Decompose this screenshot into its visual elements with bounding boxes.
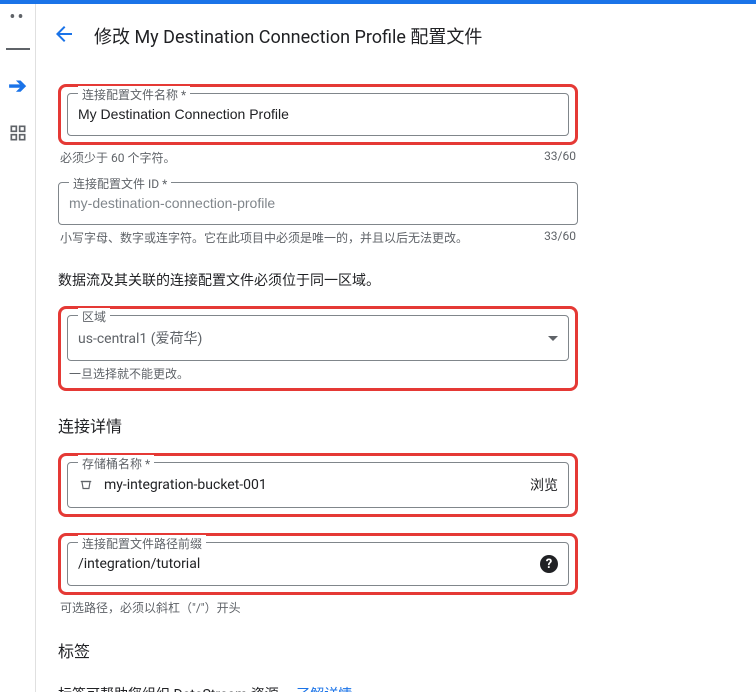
more-icon[interactable]: •• bbox=[9, 12, 25, 24]
back-arrow-icon[interactable] bbox=[52, 22, 76, 50]
profile-id-field[interactable]: 连接配置文件 ID * bbox=[58, 182, 578, 225]
bucket-field[interactable]: 存储桶名称 * my-integration-bucket-001 浏览 bbox=[67, 462, 569, 508]
bucket-value: my-integration-bucket-001 bbox=[104, 477, 267, 493]
profile-id-counter: 33/60 bbox=[544, 229, 576, 246]
prefix-helper: 可选路径，必须以斜杠（"/"）开头 bbox=[60, 599, 241, 616]
help-icon[interactable]: ? bbox=[540, 555, 558, 573]
page-header: 修改 My Destination Connection Profile 配置文… bbox=[52, 4, 740, 60]
profile-name-label: 连接配置文件名称 * bbox=[78, 86, 190, 103]
active-nav-icon[interactable]: ➔ bbox=[8, 74, 26, 99]
learn-more-link[interactable]: 了解详情 bbox=[296, 687, 352, 692]
highlight-name-field: 连接配置文件名称 * bbox=[58, 84, 578, 145]
chevron-down-icon bbox=[548, 336, 558, 341]
profile-name-input[interactable] bbox=[78, 106, 558, 122]
highlight-prefix-field: 连接配置文件路径前缀 /integration/tutorial ? bbox=[58, 533, 578, 595]
region-helper: 一旦选择就不能更改。 bbox=[69, 365, 189, 382]
connection-heading: 连接详情 bbox=[58, 391, 578, 453]
profile-id-label: 连接配置文件 ID * bbox=[69, 175, 171, 192]
highlight-region-field: 区域 us-central1 (爱荷华) 一旦选择就不能更改。 bbox=[58, 306, 578, 391]
prefix-value: /integration/tutorial bbox=[78, 556, 200, 572]
region-label: 区域 bbox=[78, 308, 110, 325]
profile-id-input[interactable] bbox=[69, 195, 567, 211]
menu-icon[interactable] bbox=[6, 48, 30, 50]
prefix-label: 连接配置文件路径前缀 bbox=[78, 535, 206, 552]
profile-name-field[interactable]: 连接配置文件名称 * bbox=[67, 93, 569, 136]
profile-name-helper: 必须少于 60 个字符。 bbox=[60, 149, 175, 166]
profile-name-counter: 33/60 bbox=[544, 149, 576, 166]
region-value: us-central1 (爱荷华) bbox=[78, 328, 202, 348]
tags-heading: 标签 bbox=[58, 616, 578, 678]
highlight-bucket-field: 存储桶名称 * my-integration-bucket-001 浏览 bbox=[58, 453, 578, 517]
browse-button[interactable]: 浏览 bbox=[530, 475, 558, 495]
profile-id-helper: 小写字母、数字或连字符。它在此项目中必须是唯一的，并且以后无法更改。 bbox=[60, 229, 468, 246]
region-note: 数据流及其关联的连接配置文件必须位于同一区域。 bbox=[58, 246, 578, 306]
left-rail: •• ➔ bbox=[0, 4, 36, 692]
bucket-label: 存储桶名称 * bbox=[78, 455, 154, 472]
tags-description: 标签可帮助您组织 DataStream 资源。 了解详情 bbox=[58, 678, 578, 692]
bucket-icon bbox=[78, 478, 94, 492]
region-select[interactable]: 区域 us-central1 (爱荷华) bbox=[67, 315, 569, 361]
nav-icon[interactable] bbox=[8, 123, 28, 147]
page-title: 修改 My Destination Connection Profile 配置文… bbox=[94, 23, 482, 49]
prefix-field[interactable]: 连接配置文件路径前缀 /integration/tutorial ? bbox=[67, 542, 569, 586]
